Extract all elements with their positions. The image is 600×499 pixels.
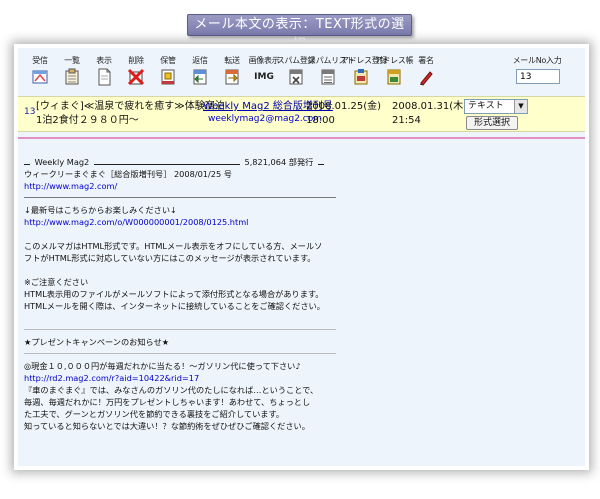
mail-body: Weekly Mag2 5,821,064 部発行 ウィークリーまぐまぐ［総合版… [24, 156, 342, 432]
chevron-down-icon[interactable]: ▼ [514, 100, 527, 113]
mail-header-row[interactable]: 13 [ウィまぐ]≪温泉で疲れを癒す≫体験宿泊 1泊2食付２９８０円〜 Week… [18, 96, 585, 132]
toolbar-signature[interactable]: 署名 [406, 56, 446, 86]
caution-2: HTMLメールを開く際は、インターネットに接続していることをご確認ください。 [24, 301, 325, 311]
forward-icon [223, 68, 241, 86]
mail-subject-line2: 1泊2食付２９８０円〜 [36, 115, 139, 126]
masthead-line: Weekly Mag2 5,821,064 部発行 [24, 156, 342, 168]
signature-icon [417, 68, 435, 86]
received-time: 21:54 [392, 115, 421, 126]
sender-email[interactable]: weeklymag2@mag2.com [208, 114, 322, 124]
format-select-button[interactable]: 形式選択 [466, 116, 518, 130]
present-title: ★プレゼントキャンペーンのお知らせ★ [24, 337, 170, 347]
mail-subject: [ウィまぐ]≪温泉で疲れを癒す≫体験宿泊 [36, 101, 225, 112]
present-1: ◎現金１０,０００円が毎週だれかに当たる！〜ガソリン代に使って下さい♪ [24, 361, 301, 371]
html-notice-2: フトがHTML形式に対応していない方にはこのメッセージが表示されています。 [24, 253, 316, 263]
present-3: 毎週、毎週だれかに！万円をプレゼントしちゃいます！あわせて、ちょっとし [24, 397, 311, 407]
mail-number: 13 [24, 107, 36, 117]
toolbar-mail-no: メールNo入力 [512, 56, 562, 65]
image-display-icon: IMG [253, 68, 275, 86]
mail-window: 受信 一覧 表示 削除 保管 返信 転送 画像表示 IMG スパム登録 スパムリ… [14, 44, 589, 470]
caution-1: HTML表示用のファイルがメールソフトによって添付形式となる場合があります。 [24, 289, 324, 299]
dash [24, 164, 30, 165]
issue-line: ウィークリーまぐまぐ［総合版増刊号］ 2008/01/25 号 [24, 169, 232, 179]
format-select[interactable]: テキスト ▼ [464, 99, 528, 114]
reply-icon [191, 68, 209, 86]
present-5: 知っていると知らないとでは大違い！？な節約術をぜひぜひご確認ください。 [24, 421, 310, 431]
dash [317, 164, 324, 165]
page-title: メール本文の表示：TEXT形式の選択 [187, 14, 412, 52]
divider [18, 137, 585, 139]
mail-no-input[interactable] [516, 69, 560, 84]
html-notice-1: このメルマガはHTML形式です。HTMLメール表示をオフにしている方、メールソ [24, 241, 323, 251]
delete-icon [127, 68, 145, 86]
received-date: 2008.01.31(木) [392, 101, 468, 112]
latest-url-link[interactable]: http://www.mag2.com/o/W000000001/2008/01… [24, 216, 342, 228]
address-book-icon [385, 68, 403, 86]
sent-date: 2008.01.25(金) [306, 101, 382, 112]
toolbar: 受信 一覧 表示 削除 保管 返信 転送 画像表示 IMG スパム登録 スパムリ… [18, 56, 585, 96]
sent-time: 18:00 [306, 115, 335, 126]
address-register-icon [352, 68, 370, 86]
divider [24, 197, 336, 198]
caution-title: ※ご注意ください [24, 277, 89, 287]
masthead-count: 5,821,064 部発行 [244, 157, 314, 167]
divider [24, 329, 336, 330]
spam-list-icon [319, 68, 337, 86]
list-icon [63, 68, 81, 86]
spam-register-icon [287, 68, 305, 86]
img-text: IMG [254, 72, 274, 82]
format-selected-value: テキスト [468, 101, 504, 111]
present-2: 『車のまぐまぐ』では、みなさんのガソリン代のたしになれば…ということで、 [24, 385, 319, 395]
present-4: た工夫で、グーンとガソリン代を節約できる裏技をご紹介しています。 [24, 409, 285, 419]
divider [24, 353, 336, 354]
masthead-name: Weekly Mag2 [34, 157, 90, 167]
home-url-link[interactable]: http://www.mag2.com/ [24, 180, 342, 192]
dash [93, 164, 240, 165]
latest-line: ↓最新号はこちらからお楽しみください↓ [24, 205, 177, 215]
receive-icon [31, 68, 49, 86]
view-icon [95, 68, 113, 86]
mail-panel: 受信 一覧 表示 削除 保管 返信 転送 画像表示 IMG スパム登録 スパムリ… [18, 48, 585, 466]
archive-icon [159, 68, 177, 86]
present-url-link[interactable]: http://rd2.mag2.com/r?aid=10422&rid=17 [24, 372, 342, 384]
